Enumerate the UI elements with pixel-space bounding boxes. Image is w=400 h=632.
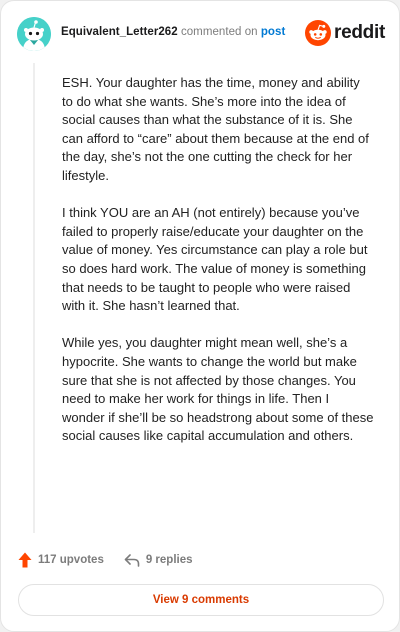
commented-on-text: commented on	[180, 26, 258, 38]
comment-paragraph: While yes, you daughter might mean well,…	[62, 335, 374, 444]
comment-meta: Equivalent_Letter262 commented on post	[61, 26, 285, 38]
snoo-avatar-icon	[17, 17, 51, 51]
view-comments-button[interactable]: View 9 comments	[18, 584, 384, 616]
user-avatar[interactable]	[17, 17, 51, 51]
username-link[interactable]: Equivalent_Letter262	[61, 26, 178, 38]
comment-header: Equivalent_Letter262 commented on post r…	[17, 17, 385, 51]
comment-card: Equivalent_Letter262 commented on post r…	[0, 0, 400, 632]
upvote-arrow-icon	[18, 552, 32, 568]
reply-count: 9 replies	[145, 554, 193, 566]
comment-paragraph: I think YOU are an AH (not entirely) bec…	[62, 205, 368, 314]
reddit-brand[interactable]: reddit	[305, 19, 385, 47]
reddit-wordmark: reddit	[334, 22, 385, 43]
post-link[interactable]: post	[261, 26, 285, 38]
comment-paragraph: ESH. Your daughter has the time, money a…	[62, 75, 369, 183]
reply-button[interactable]: 9 replies	[124, 553, 193, 567]
reddit-logo-icon	[305, 20, 332, 46]
thread-line[interactable]	[33, 63, 35, 533]
reply-arrow-icon	[124, 554, 140, 567]
upvote-count: 117 upvotes	[38, 554, 104, 566]
comment-body: ESH. Your daughter has the time, money a…	[62, 74, 374, 446]
view-comments-label: View 9 comments	[152, 594, 250, 606]
upvote-button[interactable]: 117 upvotes	[18, 552, 104, 568]
comment-actions: 117 upvotes 9 replies	[18, 550, 193, 570]
